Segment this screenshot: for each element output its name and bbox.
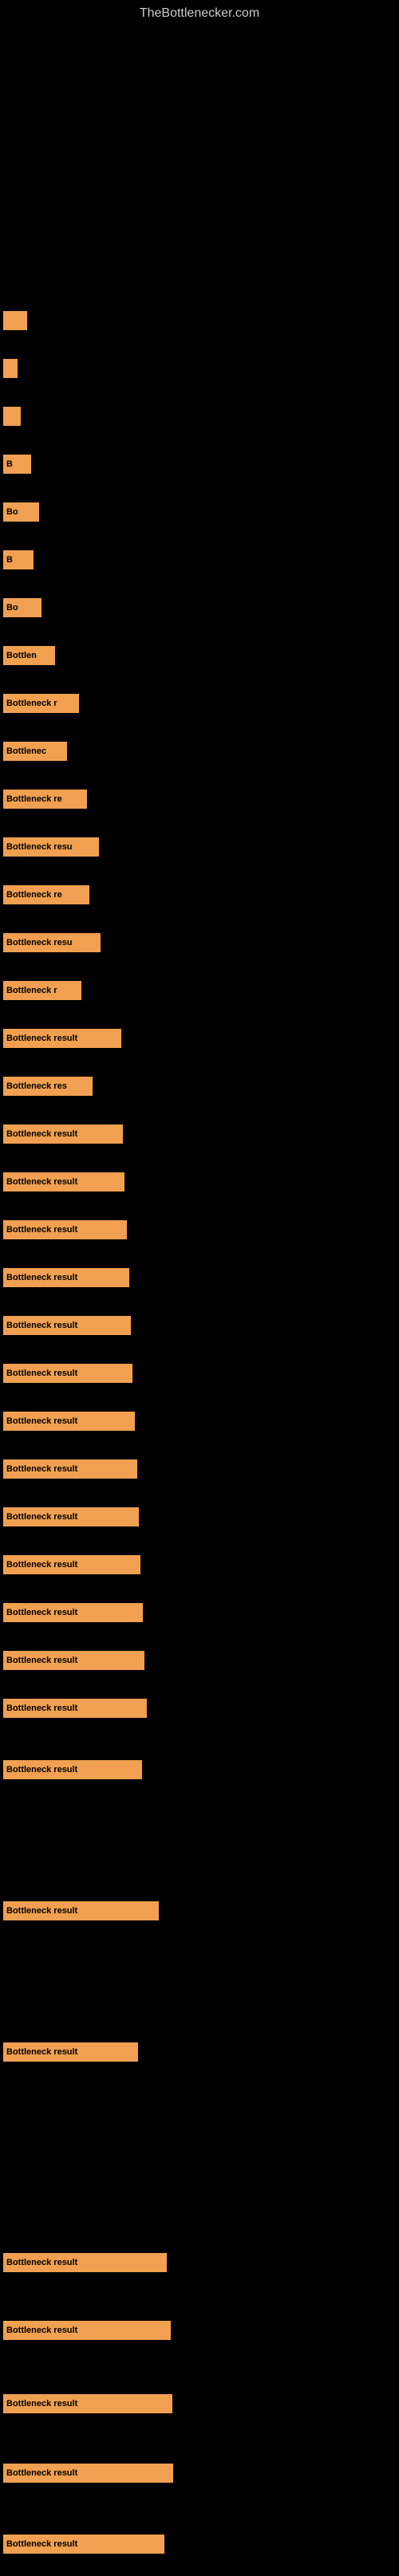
- result-bar-32: Bottleneck result: [3, 2042, 138, 2062]
- bar-label-30: Bottleneck result: [6, 1765, 77, 1774]
- bar-label-13: Bottleneck resu: [6, 938, 73, 947]
- bar-label-6: Bo: [6, 603, 18, 612]
- result-bar-34: Bottleneck result: [3, 2321, 171, 2340]
- result-bar-11: Bottleneck resu: [3, 837, 99, 857]
- result-bar-18: Bottleneck result: [3, 1172, 124, 1191]
- bar-label-28: Bottleneck result: [6, 1656, 77, 1665]
- result-bar-20: Bottleneck result: [3, 1268, 129, 1287]
- bar-label-15: Bottleneck result: [6, 1034, 77, 1043]
- bar-label-7: Bottlen: [6, 651, 37, 660]
- result-bar-17: Bottleneck result: [3, 1125, 123, 1144]
- bar-label-31: Bottleneck result: [6, 1906, 77, 1916]
- bar-label-35: Bottleneck result: [6, 2399, 77, 2409]
- bar-label-12: Bottleneck re: [6, 890, 62, 900]
- bar-label-36: Bottleneck result: [6, 2468, 77, 2478]
- result-bar-2: [3, 407, 21, 426]
- bar-label-21: Bottleneck result: [6, 1321, 77, 1330]
- result-bar-13: Bottleneck resu: [3, 933, 101, 952]
- bar-label-5: B: [6, 555, 13, 565]
- result-bar-26: Bottleneck result: [3, 1555, 140, 1574]
- result-bar-8: Bottleneck r: [3, 694, 79, 713]
- result-bar-30: Bottleneck result: [3, 1760, 142, 1779]
- bar-label-4: Bo: [6, 507, 18, 517]
- result-bar-6: Bo: [3, 598, 41, 617]
- bar-label-17: Bottleneck result: [6, 1129, 77, 1139]
- result-bar-36: Bottleneck result: [3, 2464, 173, 2483]
- bar-label-18: Bottleneck result: [6, 1177, 77, 1187]
- result-bar-23: Bottleneck result: [3, 1412, 135, 1431]
- bar-label-20: Bottleneck result: [6, 1273, 77, 1282]
- bar-label-25: Bottleneck result: [6, 1512, 77, 1522]
- bar-label-9: Bottlenec: [6, 746, 46, 756]
- result-bar-12: Bottleneck re: [3, 885, 89, 904]
- bar-label-32: Bottleneck result: [6, 2047, 77, 2057]
- result-bar-16: Bottleneck res: [3, 1077, 93, 1096]
- result-bar-28: Bottleneck result: [3, 1651, 144, 1670]
- result-bar-3: B: [3, 455, 31, 474]
- bar-label-37: Bottleneck result: [6, 2539, 77, 2549]
- bar-label-22: Bottleneck result: [6, 1369, 77, 1378]
- bar-label-8: Bottleneck r: [6, 699, 57, 708]
- result-bar-5: B: [3, 550, 34, 569]
- result-bar-21: Bottleneck result: [3, 1316, 131, 1335]
- bar-label-34: Bottleneck result: [6, 2326, 77, 2335]
- result-bar-14: Bottleneck r: [3, 981, 81, 1000]
- result-bar-1: [3, 359, 18, 378]
- bar-label-23: Bottleneck result: [6, 1416, 77, 1426]
- result-bar-33: Bottleneck result: [3, 2253, 167, 2272]
- bar-label-33: Bottleneck result: [6, 2258, 77, 2267]
- bar-label-24: Bottleneck result: [6, 1464, 77, 1474]
- result-bar-24: Bottleneck result: [3, 1459, 137, 1479]
- bar-label-29: Bottleneck result: [6, 1704, 77, 1713]
- bar-label-19: Bottleneck result: [6, 1225, 77, 1235]
- result-bar-7: Bottlen: [3, 646, 55, 665]
- bar-label-10: Bottleneck re: [6, 794, 62, 804]
- bar-label-26: Bottleneck result: [6, 1560, 77, 1570]
- result-bar-9: Bottlenec: [3, 742, 67, 761]
- result-bar-37: Bottleneck result: [3, 2535, 164, 2554]
- site-title: TheBottlenecker.com: [0, 0, 399, 24]
- bar-label-11: Bottleneck resu: [6, 842, 73, 852]
- result-bar-4: Bo: [3, 502, 39, 522]
- chart-container: B Bo B Bo Bottlen Bottleneck r Bottlenec Bottle…: [0, 24, 399, 2576]
- result-bar-10: Bottleneck re: [3, 790, 87, 809]
- result-bar-15: Bottleneck result: [3, 1029, 121, 1048]
- result-bar-0: [3, 311, 27, 330]
- bar-label-14: Bottleneck r: [6, 986, 57, 995]
- bar-label-3: B: [6, 459, 13, 469]
- bar-label-16: Bottleneck res: [6, 1081, 67, 1091]
- result-bar-35: Bottleneck result: [3, 2394, 172, 2413]
- result-bar-29: Bottleneck result: [3, 1699, 147, 1718]
- bar-label-27: Bottleneck result: [6, 1608, 77, 1617]
- result-bar-25: Bottleneck result: [3, 1507, 139, 1526]
- result-bar-27: Bottleneck result: [3, 1603, 143, 1622]
- result-bar-19: Bottleneck result: [3, 1220, 127, 1239]
- result-bar-22: Bottleneck result: [3, 1364, 132, 1383]
- result-bar-31: Bottleneck result: [3, 1901, 159, 1920]
